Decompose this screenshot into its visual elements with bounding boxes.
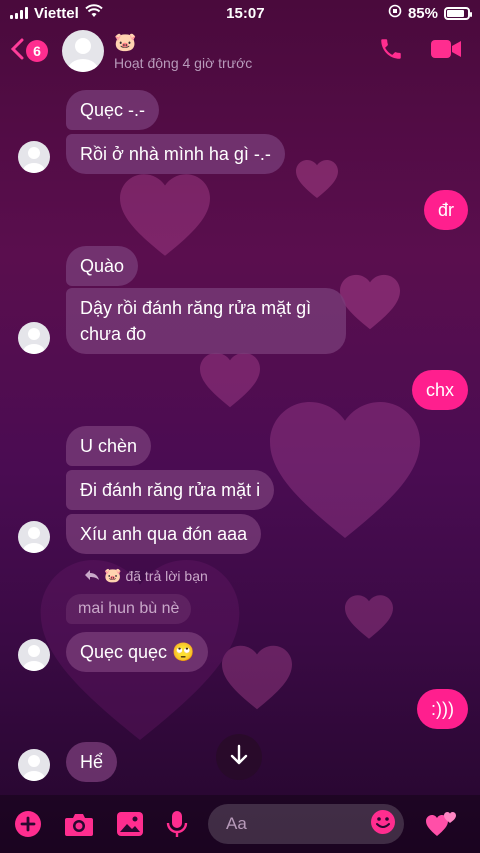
active-status: Hoạt động 4 giờ trước (114, 54, 253, 71)
contact-name: 🐷 (114, 31, 137, 52)
signal-icon (10, 7, 28, 19)
background-heart-icon (340, 272, 400, 332)
message-input[interactable] (226, 814, 346, 834)
camera-icon[interactable] (64, 811, 94, 837)
outgoing-message[interactable]: :))) (417, 689, 468, 729)
status-bar: Viettel 15:07 85% (0, 0, 480, 26)
incoming-message[interactable]: Đi đánh răng rửa mặt i (66, 470, 275, 510)
message-composer (0, 795, 480, 853)
status-left: Viettel (10, 4, 103, 22)
incoming-message[interactable]: Quẹc -.- (66, 90, 160, 130)
carrier-label: Viettel (34, 4, 79, 22)
quoted-message[interactable]: mai hun bù nè (66, 594, 192, 624)
sender-avatar[interactable] (18, 749, 50, 781)
contact-info[interactable]: 🐷 Hoạt động 4 giờ trước (114, 32, 252, 71)
outgoing-message[interactable]: chx (411, 370, 468, 410)
outgoing-message[interactable]: đr (423, 190, 468, 230)
background-heart-icon (120, 170, 210, 260)
incoming-message[interactable]: U chèn (66, 426, 152, 466)
background-heart-icon (200, 350, 260, 410)
chevron-left-icon (10, 34, 24, 68)
status-right: 85% (388, 4, 472, 22)
sender-avatar[interactable] (18, 322, 50, 354)
scroll-to-bottom-button[interactable] (216, 734, 262, 780)
back-button[interactable]: 6 (10, 34, 48, 68)
background-heart-icon (270, 400, 420, 540)
incoming-message[interactable]: Dậy rồi đánh răng rửa mặt gì chưa đo (66, 288, 346, 354)
emoji-icon[interactable] (370, 809, 396, 840)
video-call-icon[interactable] (430, 38, 462, 65)
contact-avatar[interactable] (62, 30, 104, 72)
background-heart-icon (345, 595, 393, 639)
battery-icon (444, 6, 472, 20)
unread-count-badge: 6 (26, 40, 48, 62)
plus-icon[interactable] (14, 810, 42, 838)
orientation-lock-icon (388, 4, 402, 22)
phone-call-icon[interactable] (378, 36, 404, 67)
arrow-down-icon (230, 744, 248, 771)
reply-sender-emoji: 🐷 (104, 567, 122, 583)
incoming-message[interactable]: Quào (66, 246, 139, 286)
message-line: chưa đo (80, 324, 147, 344)
microphone-icon[interactable] (166, 810, 188, 838)
sender-avatar[interactable] (18, 521, 50, 553)
incoming-message[interactable]: Rồi ở nhà mình ha gì -.- (66, 134, 285, 174)
reply-arrow-icon (84, 568, 100, 584)
chat-header: 6 🐷 Hoạt động 4 giờ trước (0, 26, 480, 76)
wifi-icon (85, 4, 103, 22)
sender-avatar[interactable] (18, 141, 50, 173)
incoming-message[interactable]: Hể (66, 742, 118, 782)
clock: 15:07 (226, 4, 265, 22)
background-heart-icon (296, 158, 338, 200)
incoming-message[interactable]: Quẹc quẹc 🙄 (66, 632, 209, 672)
message-input-box[interactable] (208, 804, 404, 844)
reply-indicator: 🐷 đã trả lời bạn (84, 567, 208, 584)
gallery-icon[interactable] (116, 811, 144, 837)
incoming-message[interactable]: Xíu anh qua đón aaa (66, 514, 262, 554)
message-line: Dậy rồi đánh răng rửa mặt gì (80, 298, 312, 318)
header-actions (378, 36, 470, 67)
battery-percent: 85% (407, 4, 438, 22)
sender-avatar[interactable] (18, 639, 50, 671)
reply-note-text: đã trả lời bạn (125, 567, 208, 584)
hearts-reaction-icon[interactable] (426, 810, 458, 838)
